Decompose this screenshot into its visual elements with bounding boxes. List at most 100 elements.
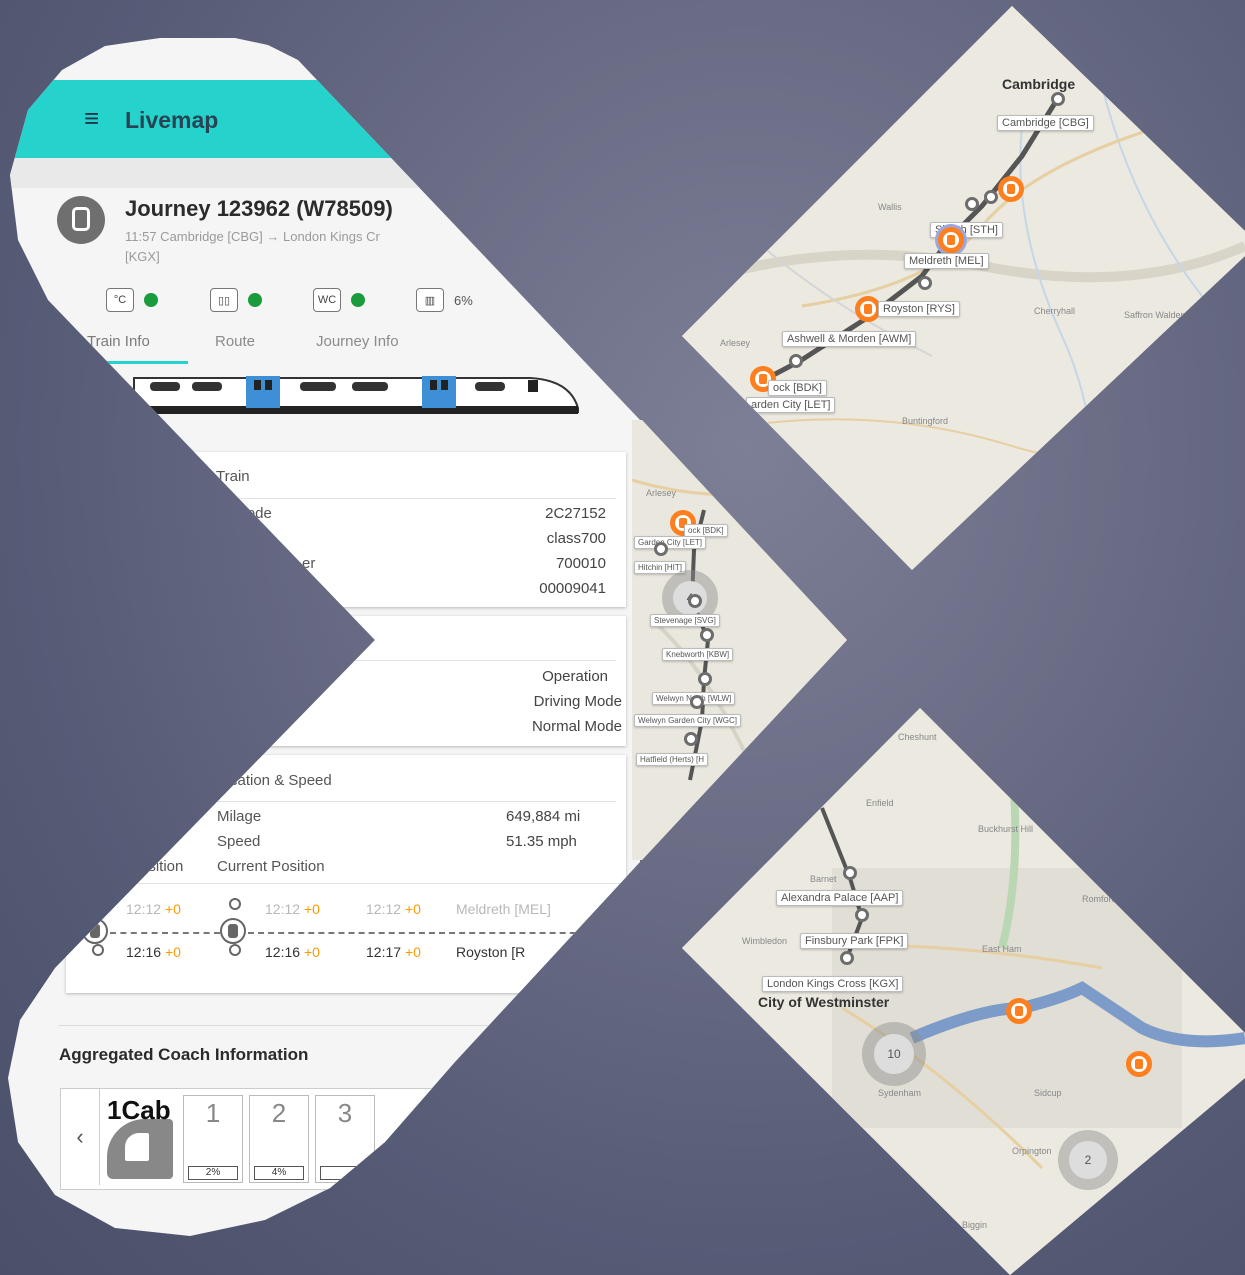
map-place-label: Wimbledon bbox=[742, 936, 788, 946]
cab-window bbox=[125, 1133, 149, 1161]
station-marker[interactable] bbox=[984, 190, 998, 204]
map-place-label: East Ham bbox=[982, 944, 1022, 954]
coach-occupancy: 4% bbox=[254, 1166, 304, 1180]
train-position-icon bbox=[82, 918, 108, 944]
coach-occupancy bbox=[320, 1166, 370, 1180]
status-wc: WC bbox=[313, 287, 365, 313]
journey-route-cont: [KGX] bbox=[125, 249, 160, 264]
train-marker[interactable] bbox=[1126, 1051, 1152, 1077]
selected-train-marker[interactable] bbox=[938, 227, 964, 253]
map-place-label: Arlesey bbox=[720, 338, 751, 348]
coach-card[interactable]: 2 4% bbox=[249, 1095, 309, 1183]
station-label[interactable]: Stevenage [SVG] bbox=[650, 614, 720, 627]
station-marker[interactable] bbox=[698, 672, 712, 686]
status-ok-dot bbox=[248, 293, 262, 307]
milage-value: 649,884 mi bbox=[506, 808, 581, 825]
divider bbox=[216, 498, 616, 499]
cab-label: 1Cab bbox=[107, 1095, 171, 1125]
station-marker[interactable] bbox=[688, 594, 702, 608]
tab-train-info[interactable]: Train Info bbox=[87, 333, 150, 350]
sub-bar bbox=[8, 158, 640, 188]
train-field-label: er bbox=[302, 555, 316, 572]
train-cluster[interactable]: 10 bbox=[862, 1022, 926, 1086]
speed-label: Speed bbox=[217, 833, 261, 850]
station-label[interactable]: Welwyn Garden City [WGC] bbox=[634, 714, 741, 727]
station-marker[interactable] bbox=[965, 197, 979, 211]
operation-label: Operation bbox=[542, 668, 608, 685]
station-marker[interactable] bbox=[918, 276, 932, 290]
map-place-label: Saffron Walden bbox=[1124, 310, 1186, 320]
station-marker[interactable] bbox=[789, 354, 803, 368]
wc-icon: WC bbox=[313, 288, 341, 312]
station-label[interactable]: Cambridge [CBG] bbox=[997, 115, 1094, 131]
map-middle[interactable]: Arlesey ock [BDK] Garden City [LET] Hitc… bbox=[632, 420, 847, 860]
map-place-label: Arlesey bbox=[646, 488, 677, 498]
occupancy-icon: ▥ bbox=[416, 288, 444, 312]
station-label[interactable]: Alexandra Palace [AAP] bbox=[776, 890, 904, 906]
coach-card[interactable]: 1 2% bbox=[183, 1095, 243, 1183]
train-card: Train lcode 2C27152 e class700 er 700010… bbox=[66, 452, 626, 607]
map-south[interactable]: Cheshunt Enfield Buckhurst Hill Barnet R… bbox=[682, 708, 1245, 1275]
station-name[interactable]: Meldreth [MEL] bbox=[456, 901, 551, 917]
train-class-value: class700 bbox=[546, 530, 606, 547]
map-place-label: Barnet bbox=[810, 874, 837, 884]
train-cluster[interactable]: 2 bbox=[1058, 1130, 1118, 1190]
stop-marker bbox=[229, 898, 241, 910]
station-marker[interactable] bbox=[1051, 92, 1065, 106]
station-marker[interactable] bbox=[843, 866, 857, 880]
station-marker[interactable] bbox=[700, 628, 714, 642]
map-place-label: Wallis bbox=[878, 202, 902, 212]
station-label[interactable]: Finsbury Park [FPK] bbox=[800, 933, 909, 949]
train-card-header: Train bbox=[216, 468, 250, 485]
station-label[interactable]: Ashwell & Morden [AWM] bbox=[782, 331, 917, 347]
scheduled-arrival-time: 12:16 +0 bbox=[126, 944, 181, 960]
station-label[interactable]: Knebworth [KBW] bbox=[662, 648, 734, 661]
station-marker[interactable] bbox=[840, 951, 854, 965]
map-place-label: Orpington bbox=[1012, 1146, 1052, 1156]
status-occupancy: ▥ 6% bbox=[416, 287, 473, 313]
station-label[interactable]: London Kings Cross [KGX] bbox=[762, 976, 904, 992]
coach-card[interactable]: 3 bbox=[315, 1095, 375, 1183]
coach-number: 3 bbox=[337, 1098, 353, 1128]
occupancy-value: 6% bbox=[454, 292, 473, 308]
station-marker[interactable] bbox=[690, 695, 704, 709]
app-bar: ≡ Livemap bbox=[8, 80, 640, 158]
stop-marker bbox=[92, 944, 104, 956]
coach-number: 1 bbox=[205, 1098, 221, 1128]
station-marker[interactable] bbox=[654, 542, 668, 556]
active-tab-indicator bbox=[84, 361, 188, 364]
tab-route[interactable]: Route bbox=[215, 333, 255, 350]
map-place-label: Cheshunt bbox=[898, 732, 937, 742]
expected-arrival-time: 12:12 +0 bbox=[265, 901, 320, 917]
journey-title: Journey 123962 (W78509) bbox=[125, 196, 393, 221]
map-place-label: Biggin bbox=[962, 1220, 988, 1230]
coach-prev-button[interactable]: ‹ bbox=[61, 1089, 100, 1185]
coach-number: 2 bbox=[271, 1098, 287, 1128]
train-marker[interactable] bbox=[998, 176, 1024, 202]
station-marker[interactable] bbox=[684, 732, 698, 746]
driving-mode-label: Driving Mode bbox=[533, 693, 622, 710]
train-field-label: e bbox=[246, 530, 255, 547]
divider bbox=[66, 883, 626, 884]
speed-value: 51.35 mph bbox=[506, 833, 577, 850]
station-label[interactable]: Garden City [LET] bbox=[634, 536, 707, 549]
expected-arrival-time: 12:16 +0 bbox=[265, 944, 320, 960]
train-icon bbox=[57, 196, 105, 244]
station-name[interactable]: Royston [R bbox=[456, 944, 525, 960]
train-marker[interactable] bbox=[1006, 998, 1032, 1024]
station-marker[interactable] bbox=[855, 908, 869, 922]
station-label[interactable]: Hatfield (Herts) [H bbox=[636, 753, 709, 766]
station-label[interactable]: Meldreth [MEL] bbox=[904, 253, 989, 269]
station-label[interactable]: ock [BDK] bbox=[768, 380, 827, 396]
map-place-label: Romford bbox=[1082, 894, 1117, 904]
status-ok-dot bbox=[351, 293, 365, 307]
train-number-value: 700010 bbox=[555, 555, 606, 572]
operation-card: Operation Driving Mode Normal Mode bbox=[66, 616, 626, 746]
hamburger-menu-icon[interactable]: ≡ bbox=[84, 105, 99, 131]
route-dash bbox=[110, 932, 220, 934]
tab-journey-info[interactable]: Journey Info bbox=[316, 333, 399, 350]
station-label[interactable]: Royston [RYS] bbox=[878, 301, 960, 317]
map-north[interactable]: Cambridge Wallis Arlesey Saffron Walden … bbox=[682, 6, 1245, 570]
train-headcode-value: 2C27152 bbox=[545, 505, 606, 522]
station-label[interactable]: arden City [LET] bbox=[746, 397, 836, 413]
